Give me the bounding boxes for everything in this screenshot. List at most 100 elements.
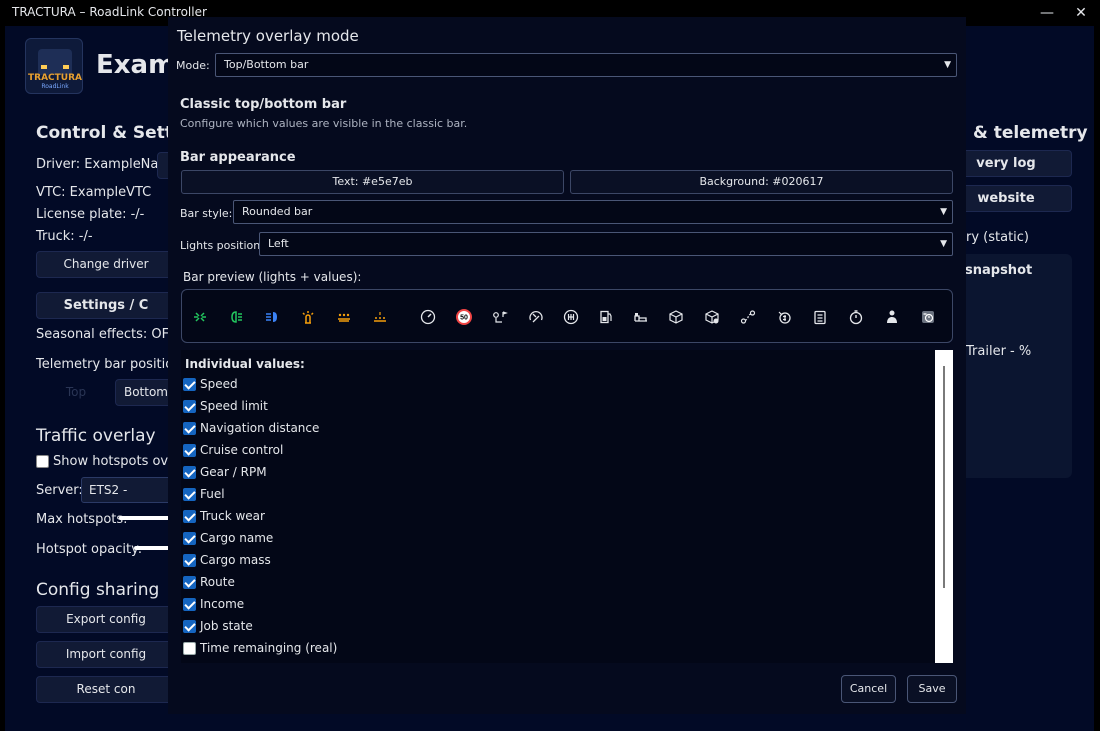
bar-style-value: Rounded bar xyxy=(242,205,313,218)
value-label: Route xyxy=(200,575,235,589)
value-label: Cargo mass xyxy=(200,553,271,567)
values-list: Individual values: Speed Speed limit Navig… xyxy=(181,350,953,663)
lights-position-value: Left xyxy=(268,237,289,250)
lights-position-select[interactable]: Left ▼ xyxy=(259,232,953,256)
speedometer-icon xyxy=(420,309,436,325)
value-checkbox[interactable] xyxy=(183,444,196,457)
logo-text: TRACTURA xyxy=(28,73,82,83)
export-config-button[interactable]: Export config xyxy=(36,606,176,633)
text-color-button[interactable]: Text: #e5e7eb xyxy=(181,170,564,194)
lights-position-label: Lights position: xyxy=(180,239,264,252)
bar-style-select[interactable]: Rounded bar ▼ xyxy=(233,200,953,224)
value-checkbox[interactable] xyxy=(183,422,196,435)
high-beam-icon xyxy=(266,312,277,322)
telemetry-static-label: ry (static) xyxy=(966,230,1030,245)
show-hotspots-checkbox[interactable] xyxy=(36,455,49,468)
beacon-icon xyxy=(302,311,314,324)
parking-lights-icon xyxy=(194,312,206,322)
value-checkbox[interactable] xyxy=(183,532,196,545)
cancel-button[interactable]: Cancel xyxy=(841,675,896,703)
bar-preview-label: Bar preview (lights + values): xyxy=(183,270,362,284)
value-checkbox[interactable] xyxy=(183,488,196,501)
value-label: Cargo name xyxy=(200,531,274,545)
chevron-down-icon: ▼ xyxy=(944,60,951,70)
job-state-icon xyxy=(814,310,826,325)
navigation-icon xyxy=(493,311,508,323)
value-checkbox[interactable] xyxy=(183,466,196,479)
individual-values-title: Individual values: xyxy=(185,357,305,371)
app-logo: TRACTURA RoadLink xyxy=(25,38,83,94)
value-checkbox[interactable] xyxy=(183,598,196,611)
value-checkbox[interactable] xyxy=(183,400,196,413)
bar-preview: 50 xyxy=(181,289,953,343)
hazard-lights-icon xyxy=(338,313,350,322)
show-hotspots-label: Show hotspots overl xyxy=(53,454,186,469)
mode-select-value: Top/Bottom bar xyxy=(224,58,309,71)
top-position-button[interactable]: Top xyxy=(45,379,107,406)
value-checkbox[interactable] xyxy=(183,510,196,523)
vtc-label: VTC: ExampleVTC xyxy=(36,185,152,200)
reset-config-button[interactable]: Reset con xyxy=(36,676,176,703)
cargo-name-icon xyxy=(669,310,683,324)
logo-subtext: RoadLink xyxy=(41,83,69,90)
value-checkbox[interactable] xyxy=(183,554,196,567)
hotspot-opacity-label: Hotspot opacity: xyxy=(36,542,143,557)
speed-limit-icon: 50 xyxy=(456,309,472,325)
route-icon xyxy=(740,310,756,324)
save-button[interactable]: Save xyxy=(907,675,957,703)
max-hotspots-label: Max hotspots: xyxy=(36,512,128,527)
mode-label: Mode: xyxy=(176,59,210,72)
server-select[interactable]: ETS2 - Simulatio xyxy=(81,477,177,503)
driver-icon xyxy=(887,310,897,323)
value-checkbox[interactable] xyxy=(183,642,196,655)
value-label: Gear / RPM xyxy=(200,465,267,479)
license-plate-label: License plate: -/- xyxy=(36,207,145,222)
cruise-control-icon xyxy=(529,310,543,323)
close-window-button[interactable]: ✕ xyxy=(1071,3,1091,23)
low-beam-icon xyxy=(231,311,242,323)
settings-button[interactable]: Settings / C xyxy=(36,292,176,319)
bar-style-label: Bar style: xyxy=(180,207,233,220)
value-label: Navigation distance xyxy=(200,421,320,435)
mode-select[interactable]: Top/Bottom bar ▼ xyxy=(215,53,957,77)
bar-appearance-title: Bar appearance xyxy=(180,150,296,165)
income-icon xyxy=(778,311,791,324)
values-scrollbar[interactable] xyxy=(935,350,953,663)
config-sharing-title: Config sharing xyxy=(36,580,160,600)
seasonal-effects-label: Seasonal effects: OFF xyxy=(36,327,177,342)
aux-lights-icon xyxy=(374,312,386,322)
truck-logo-icon xyxy=(38,49,72,75)
import-config-button[interactable]: Import config xyxy=(36,641,176,668)
value-label: Speed xyxy=(200,377,238,391)
gearbox-icon xyxy=(563,309,579,325)
value-checkbox[interactable] xyxy=(183,576,196,589)
value-label: Cruise control xyxy=(200,443,284,457)
cargo-mass-icon xyxy=(705,310,719,324)
truck-label: Truck: -/- xyxy=(36,229,93,244)
classic-bar-subtitle: Configure which values are visible in th… xyxy=(180,117,468,130)
value-label: Income xyxy=(200,597,245,611)
minimize-button[interactable]: — xyxy=(1037,3,1057,23)
snapshot-title: snapshot xyxy=(965,263,1033,278)
value-label: Time remainging (real) xyxy=(200,641,338,655)
traffic-overlay-title: Traffic overlay xyxy=(36,426,156,446)
value-label: Truck wear xyxy=(200,509,265,523)
time-remaining-icon xyxy=(922,311,934,323)
telemetry-overlay-dialog: Telemetry overlay mode Mode: Top/Bottom … xyxy=(168,17,966,714)
chevron-down-icon: ▼ xyxy=(940,207,947,217)
value-label: Job state xyxy=(200,619,253,633)
value-checkbox[interactable] xyxy=(183,620,196,633)
chevron-down-icon: ▼ xyxy=(940,239,947,249)
background-color-button[interactable]: Background: #020617 xyxy=(570,170,953,194)
svg-text:50: 50 xyxy=(460,315,468,322)
timer-icon xyxy=(849,310,863,325)
server-label: Server: xyxy=(36,483,83,498)
dialog-title: Telemetry overlay mode xyxy=(177,27,359,45)
value-label: Speed limit xyxy=(200,399,268,413)
change-driver-button[interactable]: Change driver xyxy=(36,251,176,278)
trailer-label: Trailer - % xyxy=(966,344,1032,359)
scrollbar-thumb[interactable] xyxy=(943,366,945,588)
value-checkbox[interactable] xyxy=(183,378,196,391)
value-label: Fuel xyxy=(200,487,225,501)
classic-bar-title: Classic top/bottom bar xyxy=(180,97,347,112)
